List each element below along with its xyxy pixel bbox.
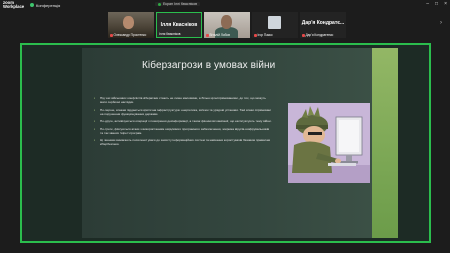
- slide-bullet: Ці чинники вимагають посиленої уваги до …: [94, 138, 272, 146]
- slide-accent-bar: [372, 48, 398, 238]
- participant-tile-active[interactable]: Ілля Квасніков Ілля Квасніков: [156, 12, 202, 38]
- share-notice-text: Екран Іллі Квасніков: [163, 2, 198, 6]
- participant-name: Ігор Пакко: [257, 33, 273, 37]
- slide-bullet: По-друге, активізуються операції з пошир…: [94, 119, 272, 123]
- participant-name: Віталій Лобов: [209, 33, 230, 37]
- participant-tile[interactable]: Олександр Простенко: [108, 12, 154, 38]
- maximize-icon[interactable]: □: [435, 1, 438, 7]
- sharing-indicator-icon: [158, 2, 161, 6]
- mic-muted-icon: [206, 33, 209, 37]
- logo-line2: Workplace: [3, 4, 25, 9]
- participant-name: Ілля Квасніков: [159, 32, 181, 36]
- chevron-right-icon[interactable]: ›: [440, 20, 442, 26]
- participant-name: Дар'я Кондратенко: [305, 33, 334, 37]
- participant-tile[interactable]: Ігор Пакко: [252, 12, 298, 38]
- meeting-label[interactable]: Конференція: [30, 3, 60, 8]
- zoom-logo: zoom Workplace: [3, 0, 25, 9]
- participant-big-name: Дар'я Кондратє...: [301, 20, 345, 26]
- avatar: [268, 16, 281, 29]
- hacker-illustration: [288, 103, 370, 183]
- minimize-icon[interactable]: –: [426, 1, 429, 7]
- participant-strip: Олександр Простенко Ілля Квасніков Ілля …: [108, 12, 346, 38]
- bottom-toolbar: [0, 244, 450, 253]
- slide-bullets: Під час військових конфліктів кібератаки…: [94, 96, 272, 150]
- close-icon[interactable]: ×: [444, 1, 447, 7]
- participant-tile[interactable]: Віталій Лобов: [204, 12, 250, 38]
- slide-bullet: Під час військових конфліктів кібератаки…: [94, 96, 272, 104]
- mic-muted-icon: [302, 33, 305, 37]
- shared-screen: Кіберзагрози в умовах війни Під час війс…: [20, 43, 431, 243]
- participant-name: Олександр Простенко: [113, 33, 147, 37]
- title-bar: zoom Workplace Конференція Екран Іллі Кв…: [0, 0, 450, 10]
- window-controls: – □ ×: [426, 1, 447, 7]
- mic-muted-icon: [254, 33, 257, 37]
- shield-icon: [30, 3, 34, 7]
- slide-bullet: По-третє, фіксуються атаки з використанн…: [94, 127, 272, 135]
- presentation-slide: Кіберзагрози в умовах війни Під час війс…: [82, 48, 398, 238]
- slide-bullet: По-перше, атакам піддається критична інф…: [94, 108, 272, 116]
- soldier-hacker-image: [288, 103, 370, 183]
- participant-tile[interactable]: Дар'я Кондратє... Дар'я Кондратенко: [300, 12, 346, 38]
- share-notice[interactable]: Екран Іллі Квасніков: [155, 2, 201, 6]
- slide-title: Кіберзагрози в умовах війни: [142, 60, 276, 71]
- meeting-label-text: Конференція: [36, 2, 61, 8]
- zoom-window: { "app": { "logo_line1": "zoom", "logo_l…: [0, 0, 450, 253]
- mic-muted-icon: [110, 33, 113, 37]
- participant-big-name: Ілля Квасніков: [160, 22, 198, 28]
